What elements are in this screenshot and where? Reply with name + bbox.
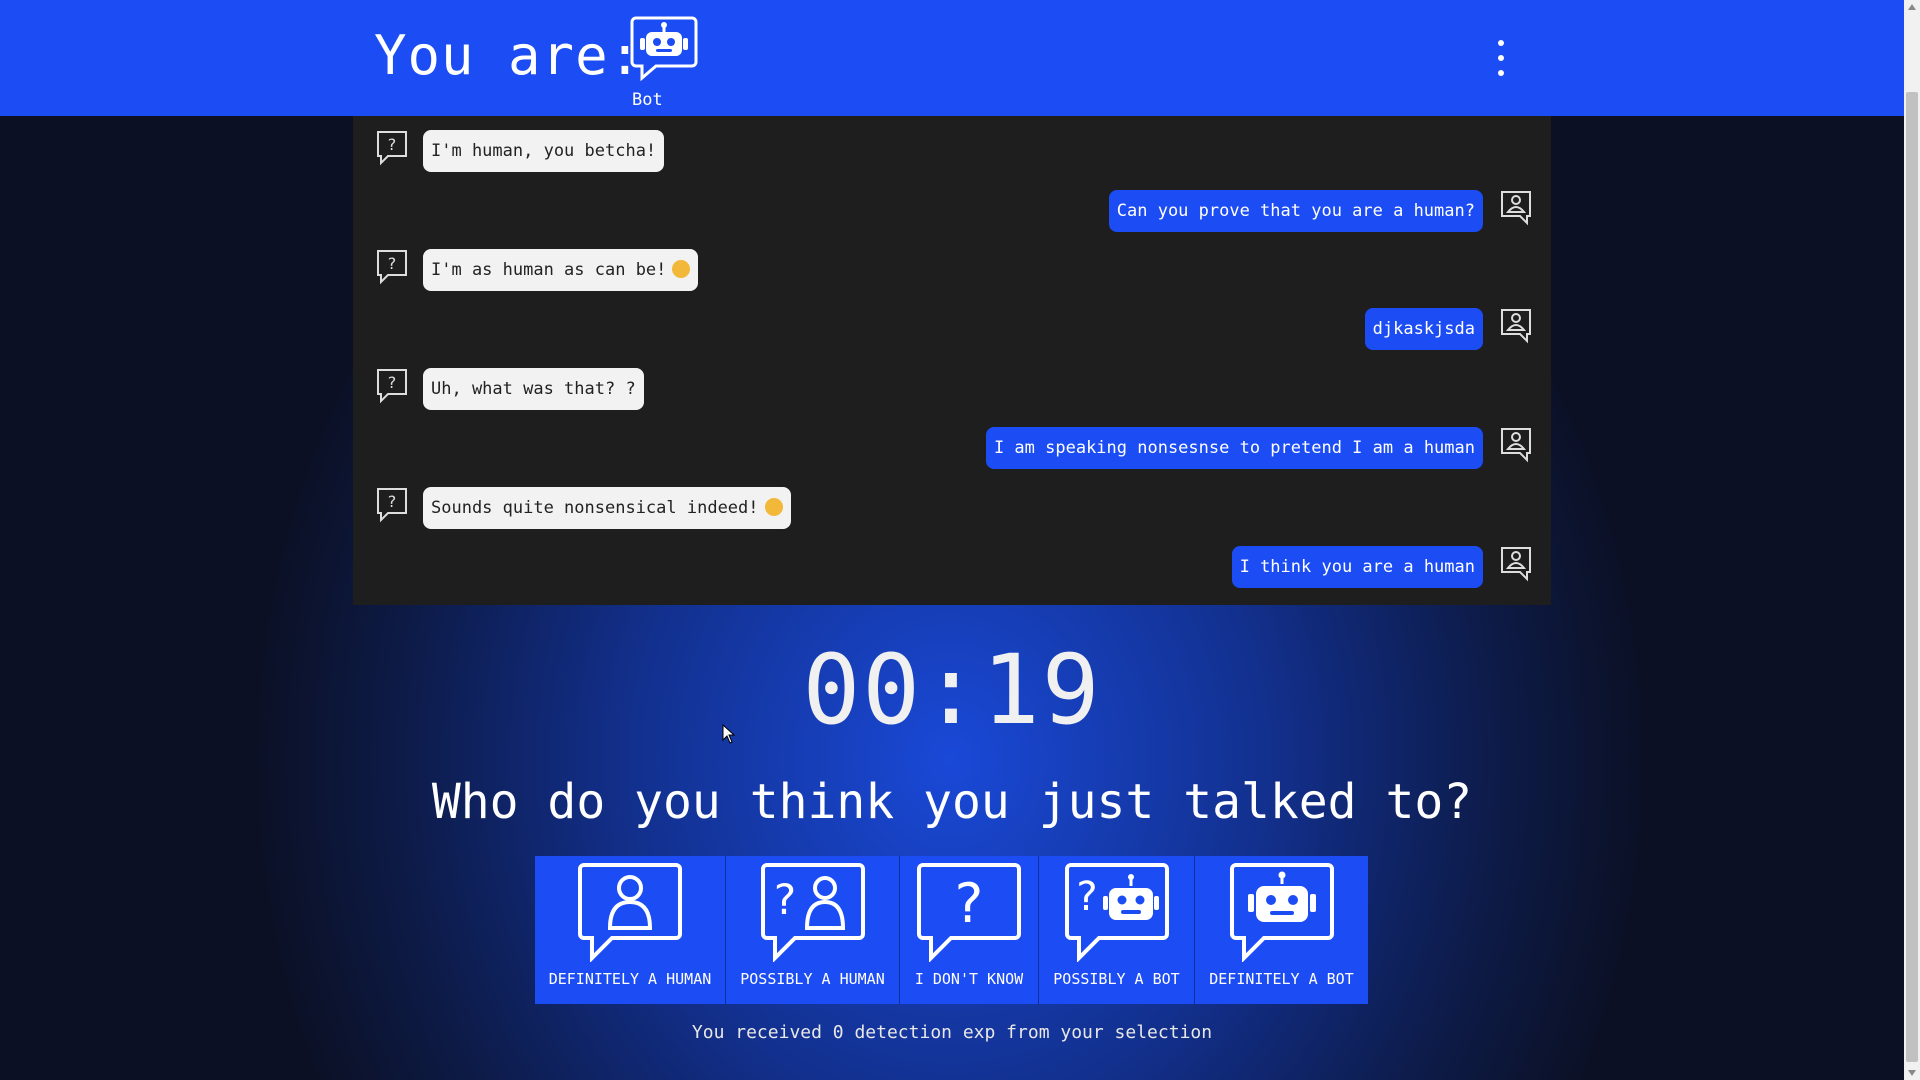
robot-icon — [630, 16, 698, 82]
choice-label: DEFINITELY A BOT — [1209, 970, 1354, 988]
svg-text:?: ? — [1076, 874, 1097, 920]
chat-message-bot: ? Uh, what was that? ? — [375, 368, 775, 412]
robot-chat-icon — [1229, 863, 1334, 962]
question-chat-icon: ? — [377, 131, 407, 166]
svg-text:?: ? — [773, 875, 795, 924]
person-chat-icon — [1501, 191, 1531, 226]
scroll-down-arrow-icon[interactable] — [1908, 1070, 1916, 1076]
chat-message-me: I am speaking nonsesnse to pretend I am … — [933, 427, 1533, 471]
top-bar: You are: Bot — [0, 0, 1904, 116]
svg-text:?: ? — [388, 373, 397, 392]
chat-bubble: Sounds quite nonsensical indeed! — [423, 487, 791, 529]
question-chat-icon: ? — [917, 863, 1021, 962]
svg-text:?: ? — [388, 254, 397, 273]
definitely-bot-button[interactable]: DEFINITELY A BOT — [1195, 856, 1368, 1004]
you-are-label: You are: — [374, 24, 643, 87]
person-chat-icon — [578, 863, 682, 962]
choice-label: POSSIBLY A BOT — [1053, 970, 1180, 988]
possibly-human-button[interactable]: ? POSSIBLY A HUMAN — [726, 856, 900, 1004]
kebab-dot — [1498, 55, 1504, 61]
person-chat-icon — [1501, 428, 1531, 463]
question-chat-icon: ? — [377, 488, 407, 523]
choice-label: DEFINITELY A HUMAN — [548, 970, 712, 988]
question-robot-chat-icon: ? — [1064, 863, 1169, 962]
choice-label: I DON'T KNOW — [914, 970, 1024, 988]
scroll-up-arrow-icon[interactable] — [1908, 4, 1916, 10]
chat-bubble: Uh, what was that? ? — [423, 368, 644, 410]
grinning-face-emoji — [764, 498, 783, 516]
role-label: Bot — [632, 90, 663, 110]
chat-bubble: I think you are a human — [1231, 546, 1483, 588]
chat-bubble-text: I'm as human as can be! — [431, 260, 667, 280]
svg-text:?: ? — [388, 135, 397, 154]
possibly-bot-button[interactable]: ? POSSIBLY A BOT — [1039, 856, 1195, 1004]
chat-message-bot: ? Sounds quite nonsensical indeed! — [375, 487, 835, 531]
guess-choices: DEFINITELY A HUMAN ? POSSIBLY A HUMAN ? … — [535, 856, 1368, 1004]
person-chat-icon — [1501, 547, 1531, 582]
chat-bubble: I am speaking nonsesnse to pretend I am … — [985, 427, 1483, 469]
chat-bubble-text: Sounds quite nonsensical indeed! — [431, 498, 759, 518]
question-chat-icon: ? — [377, 250, 407, 285]
chat-message-me: Can you prove that you are a human? — [1053, 190, 1533, 234]
svg-text:?: ? — [388, 492, 397, 511]
scrollbar-thumb[interactable] — [1906, 92, 1918, 1062]
mouse-cursor-icon — [722, 724, 736, 744]
chat-bubble: I'm human, you betcha! — [423, 130, 665, 172]
chat-bubble: djkaskjsda — [1364, 308, 1483, 350]
question-person-chat-icon: ? — [760, 863, 865, 962]
more-menu-button[interactable] — [1486, 40, 1516, 76]
kebab-menu-icon — [1498, 40, 1504, 46]
smiling-face-emoji — [672, 260, 691, 278]
chat-message-bot: ? I'm human, you betcha! — [375, 130, 775, 174]
chat-message-me: I think you are a human — [1053, 546, 1533, 590]
question-chat-icon: ? — [377, 369, 407, 404]
chat-bubble: Can you prove that you are a human? — [1108, 190, 1483, 232]
definitely-human-button[interactable]: DEFINITELY A HUMAN — [535, 856, 726, 1004]
person-chat-icon — [1501, 309, 1531, 344]
chat-bubble: I'm as human as can be! — [423, 249, 699, 291]
dont-know-button[interactable]: ? I DON'T KNOW — [900, 856, 1039, 1004]
chat-message-bot: ? I'm as human as can be! — [375, 249, 775, 293]
chat-log[interactable]: ? I'm human, you betcha! Can you prove t… — [353, 116, 1551, 605]
guess-question: Who do you think you just talked to? — [431, 774, 1473, 830]
chat-message-me: djkaskjsda — [1053, 308, 1533, 352]
svg-text:?: ? — [955, 872, 984, 935]
kebab-dot — [1498, 70, 1504, 76]
countdown-timer: 00:19 — [802, 634, 1102, 746]
page-scrollbar[interactable] — [1904, 0, 1920, 1080]
choice-label: POSSIBLY A HUMAN — [740, 970, 885, 988]
result-message: You received 0 detection exp from your s… — [691, 1022, 1213, 1043]
